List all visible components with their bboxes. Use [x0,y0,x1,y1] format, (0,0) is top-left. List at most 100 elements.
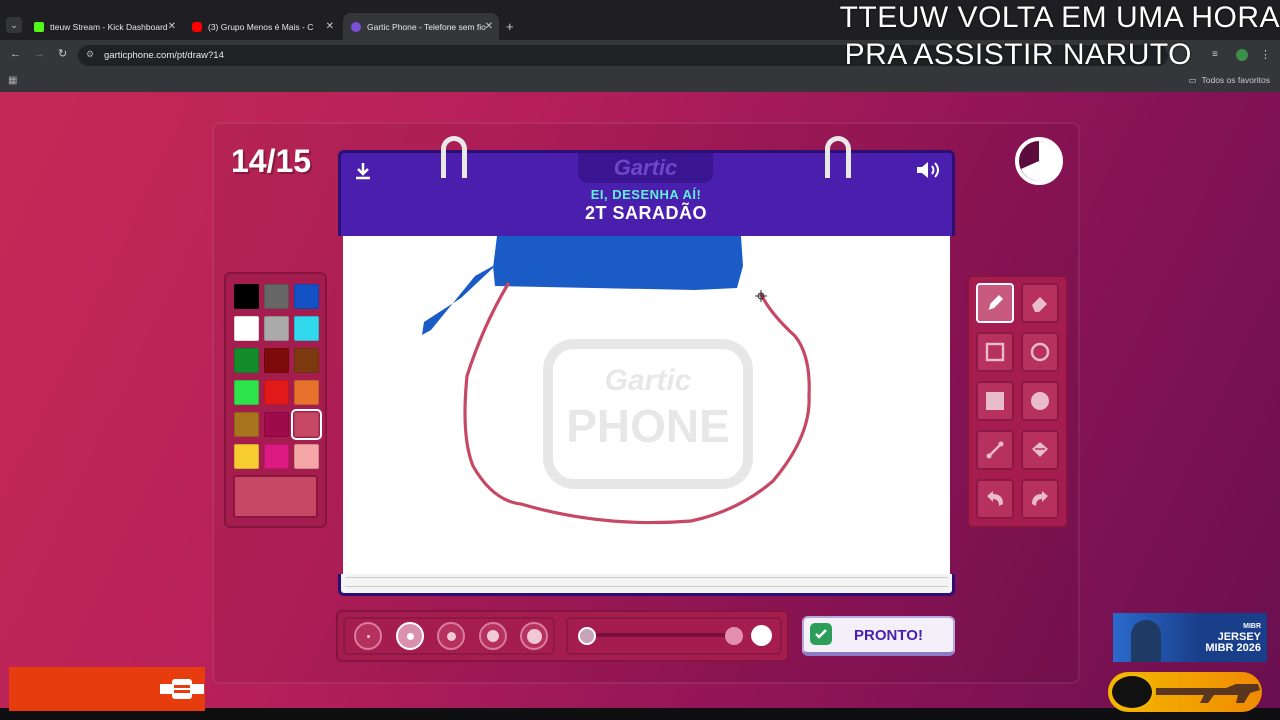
color-swatch[interactable] [234,444,259,469]
color-swatch[interactable] [264,380,289,405]
opacity-min-icon [578,627,596,645]
color-swatch[interactable] [294,348,319,373]
color-swatch[interactable] [291,409,322,440]
eraser-icon [1032,297,1047,312]
color-swatch[interactable] [294,380,319,405]
ad-person [1131,620,1161,662]
color-swatch[interactable] [294,284,319,309]
stream-overlay-line1: TTEUW VOLTA EM UMA HORA [839,1,1280,34]
profile-avatar[interactable] [1236,49,1248,61]
color-swatch[interactable] [294,444,319,469]
sponsor-ad: MIBR JERSEY MIBR 2026 [1113,613,1267,662]
close-tab-icon[interactable]: ✕ [168,21,176,32]
color-swatch[interactable] [264,444,289,469]
line-tool[interactable] [976,430,1014,470]
gartic-logo: Gartic [578,153,713,183]
color-swatch[interactable] [234,284,259,309]
rifle-icon [1156,684,1260,703]
notepad-ring-left [441,136,467,178]
opacity-slider-thumb[interactable] [725,627,743,645]
bookmarks-bar: ▦ ▭ Todos os favoritos [0,70,1280,92]
reload-icon[interactable]: ↻ [58,47,67,60]
tab-kick[interactable]: tteuw Stream - Kick Dashboard ✕ [26,13,182,40]
prompt-word: 2T SARADÃO [584,203,707,223]
notepad-bottom [338,574,955,596]
brush-size-1[interactable] [354,622,382,650]
rect-outline-tool[interactable] [976,332,1014,372]
opacity-slider-track[interactable] [596,633,731,637]
stream-overlay-line2: PRA ASSISTIR NARUTO [844,38,1192,71]
circle-fill-icon [1031,392,1049,410]
color-swatch[interactable] [264,284,289,309]
circle-fill-tool[interactable] [1021,381,1059,421]
circle-outline-tool[interactable] [1021,332,1059,372]
new-tab-button[interactable]: + [506,19,514,34]
brush-size-2[interactable] [396,622,424,650]
menu-icon[interactable]: ⋮ [1260,48,1271,61]
opacity-max-icon [751,625,772,646]
back-icon[interactable]: ← [10,48,21,60]
color-swatch[interactable] [234,316,259,341]
tab-youtube[interactable]: (3) Grupo Menos é Mais - C ✕ [184,13,340,40]
timer-icon [1015,137,1063,185]
kick-logo-icon [160,679,204,699]
close-tab-icon[interactable]: ✕ [326,21,334,32]
color-swatch[interactable] [234,412,259,437]
line-icon [986,441,1004,459]
prompt-label: EI, DESENHA AÍ! [590,187,702,202]
tab-label: (3) Grupo Menos é Mais - C [208,21,314,32]
pencil-icon [987,295,1003,311]
color-swatch[interactable] [264,412,289,437]
brush-size-5[interactable] [520,622,548,650]
screen: ⌄ tteuw Stream - Kick Dashboard ✕ (3) Gr… [0,0,1280,720]
color-swatch[interactable] [294,316,319,341]
site-info-icon[interactable]: ⚙ [86,49,94,60]
check-icon [810,623,832,645]
fill-bucket-tool[interactable] [1021,430,1059,470]
drawing-canvas[interactable]: Gartic PHONE [343,236,950,576]
bookmarks-label: Todos os favoritos [1201,75,1270,85]
kick-banner [9,667,205,711]
color-swatch[interactable] [264,316,289,341]
sponsor-ad-rifle [1108,672,1262,712]
download-icon[interactable] [352,160,374,187]
tab-search-button[interactable]: ⌄ [6,17,22,33]
close-tab-icon[interactable]: ✕ [485,21,493,32]
gartic-icon [351,21,361,32]
tab-label: Gartic Phone - Telefone sem fio [367,21,486,32]
done-label: PRONTO! [854,626,923,644]
forward-icon[interactable]: → [34,48,45,60]
current-color-preview [233,475,318,518]
kick-icon [34,21,44,32]
tab-label: tteuw Stream - Kick Dashboard [50,21,168,32]
watermark-bottom: PHONE [566,400,730,452]
extensions-icon[interactable]: ≡ [1212,49,1218,60]
color-swatch[interactable] [234,348,259,373]
color-swatch[interactable] [234,380,259,405]
brush-size-4[interactable] [479,622,507,650]
folder-icon: ▭ [1188,75,1197,85]
ad-text: MIBR JERSEY MIBR 2026 [1205,623,1261,654]
pencil-tool[interactable] [976,283,1014,323]
redo-tool[interactable] [1021,479,1059,519]
drawn-cap [422,236,743,335]
sound-icon[interactable] [914,159,942,186]
all-bookmarks[interactable]: ▭ Todos os favoritos [1188,75,1270,86]
notepad-ring-right [825,136,851,178]
apps-icon[interactable]: ▦ [8,75,17,86]
rect-outline-icon [985,342,1005,362]
youtube-icon [192,21,202,32]
watermark: Gartic PHONE [543,339,753,489]
circle-outline-icon [1030,342,1050,362]
brush-size-3[interactable] [437,622,465,650]
undo-tool[interactable] [976,479,1014,519]
undo-icon [987,491,1003,506]
color-swatch[interactable] [264,348,289,373]
eraser-tool[interactable] [1021,283,1059,323]
fill-bucket-icon [1032,442,1048,457]
url-text[interactable]: garticphone.com/pt/draw?14 [104,50,224,61]
turn-counter: 14/15 [231,143,312,179]
redo-icon [1032,491,1048,506]
rect-fill-tool[interactable] [976,381,1014,421]
tab-gartic[interactable]: Gartic Phone - Telefone sem fio ✕ [343,13,499,40]
